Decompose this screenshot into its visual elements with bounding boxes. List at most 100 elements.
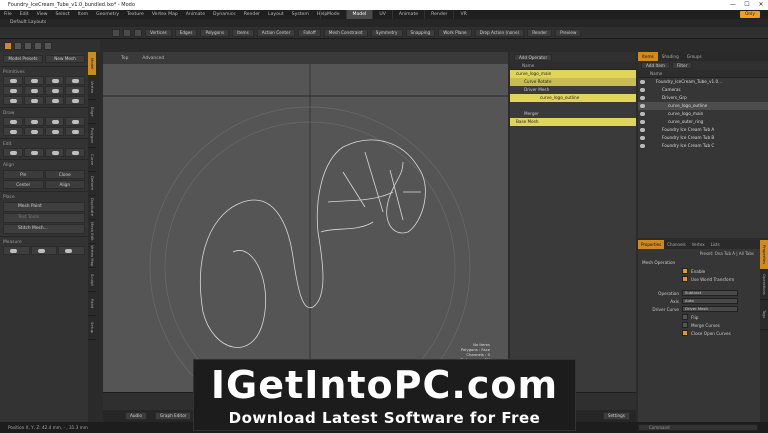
vtab-duplicate[interactable]: Duplicate — [88, 196, 96, 220]
3d-viewport[interactable]: Top Advanced No Items Polygons : Face Ch… — [103, 52, 508, 392]
ruler-icon[interactable] — [3, 246, 30, 255]
tab-vr[interactable]: VR — [453, 10, 472, 19]
visibility-eye-icon[interactable] — [640, 136, 645, 140]
vtab-model[interactable]: Model — [88, 52, 96, 76]
new-mesh-button[interactable]: New Mesh — [45, 55, 85, 63]
vtab-deform[interactable]: Deform — [88, 172, 96, 196]
flip-checkbox[interactable] — [682, 314, 688, 320]
tab-vertex[interactable]: Vertex — [689, 240, 708, 249]
filter-button[interactable]: Filter — [671, 62, 693, 69]
test-tools-button[interactable]: Test Tools — [3, 213, 85, 223]
edges-button[interactable]: Edges — [174, 28, 198, 37]
visibility-eye-icon[interactable] — [640, 144, 645, 148]
list-item[interactable]: curve_outer_ring — [638, 118, 768, 126]
list-item[interactable]: Foundry Ice Cream Tub A — [638, 126, 768, 134]
dimension-icon[interactable] — [58, 246, 85, 255]
list-item[interactable]: Cameras — [638, 86, 768, 94]
visibility-eye-icon[interactable] — [640, 96, 645, 100]
tab-render[interactable]: Render — [424, 10, 453, 19]
vtab-polygon[interactable]: Polygon — [88, 124, 96, 148]
list-item[interactable]: Foundry Ice Cream Tub B — [638, 134, 768, 142]
square-select-icon[interactable] — [4, 42, 12, 50]
pin-button[interactable]: Pin — [3, 170, 44, 179]
menu-animate[interactable]: Animate — [182, 12, 209, 17]
axis-select[interactable]: Auto — [682, 298, 738, 304]
polygons-button[interactable]: Polygons — [200, 28, 230, 37]
flip-checkbox-row[interactable]: Flip — [638, 313, 760, 321]
merge-curves-checkbox-row[interactable]: Merge Curves — [638, 321, 760, 329]
vtab-mesh-edit[interactable]: Mesh Edit — [88, 220, 96, 244]
mesh-paint-button[interactable]: Mesh Paint — [3, 202, 85, 212]
only-button[interactable]: Only — [739, 11, 760, 18]
center-button[interactable]: Center — [3, 180, 44, 189]
tab-channels[interactable]: Channels — [664, 240, 689, 249]
visibility-eye-icon[interactable] — [640, 120, 645, 124]
list-item[interactable]: curve_logo_outline — [638, 102, 768, 110]
vtab-paint[interactable]: Paint — [88, 292, 96, 316]
tab-shading[interactable]: Shading — [658, 52, 683, 61]
preset-line[interactable]: Preset: Ona Tub A | All Tabs — [638, 249, 760, 258]
list-item[interactable]: Merger — [510, 110, 636, 118]
preview-button[interactable]: Preview — [555, 28, 582, 37]
vtab-sculpt[interactable]: Sculpt — [88, 268, 96, 292]
vtab-mesh-operations[interactable]: Mesh Operations — [760, 270, 768, 300]
curve-icon[interactable] — [65, 96, 85, 105]
layout-selector[interactable]: Default Layouts — [0, 19, 768, 27]
merge-icon[interactable] — [23, 148, 44, 157]
bezier-icon[interactable] — [23, 117, 44, 126]
stitch-mesh-button[interactable]: Stitch Mesh... — [3, 224, 85, 234]
minimize-icon[interactable]: — — [726, 0, 740, 10]
close-icon[interactable]: ✕ — [754, 0, 768, 10]
vtab-properties[interactable]: Properties — [760, 240, 768, 270]
vtab-setup[interactable]: Setup — [88, 316, 96, 340]
menu-system[interactable]: System — [288, 12, 313, 17]
vtab-vertex-map[interactable]: Vertex Map — [88, 244, 96, 268]
menu-view[interactable]: View — [33, 12, 52, 17]
visibility-eye-icon[interactable] — [640, 128, 645, 132]
loop-slice-icon[interactable] — [44, 127, 65, 136]
items-button[interactable]: Items — [232, 28, 254, 37]
cone-icon[interactable] — [65, 76, 85, 85]
graph-editor-button[interactable]: Graph Editor — [154, 412, 192, 420]
clone-button[interactable]: Clone — [44, 170, 85, 179]
tab-properties[interactable]: Properties — [638, 240, 665, 249]
undo-icon[interactable] — [34, 42, 42, 50]
paint-select-icon[interactable] — [24, 42, 32, 50]
tab-model[interactable]: Model — [345, 10, 373, 19]
model-presets-button[interactable]: Model Presets — [3, 55, 43, 63]
torus-icon[interactable] — [23, 86, 44, 95]
vertices-button[interactable]: Vertices — [145, 28, 172, 37]
vtab-edge[interactable]: Edge — [88, 100, 96, 124]
visibility-eye-icon[interactable] — [640, 80, 645, 84]
menu-file[interactable]: File — [0, 12, 16, 17]
weld-icon[interactable] — [44, 148, 65, 157]
merge-curves-checkbox[interactable] — [682, 322, 688, 328]
list-item[interactable]: curve_logo_main — [638, 110, 768, 118]
menu-item[interactable]: Item — [74, 12, 92, 17]
redo-icon[interactable] — [44, 42, 52, 50]
split-icon[interactable] — [65, 148, 85, 157]
visibility-eye-icon[interactable] — [640, 104, 645, 108]
pen-icon[interactable] — [44, 96, 65, 105]
polygon-draw-icon[interactable] — [44, 117, 65, 126]
align-button[interactable]: Align — [44, 180, 85, 189]
menu-render[interactable]: Render — [240, 12, 264, 17]
visibility-eye-icon[interactable] — [640, 88, 645, 92]
menu-layout[interactable]: Layout — [264, 12, 288, 17]
vtab-tags[interactable]: Tags — [760, 300, 768, 330]
list-item[interactable]: Curve Rotate — [510, 78, 636, 86]
list-item[interactable] — [510, 102, 636, 110]
list-item[interactable]: Drivers_Grp — [638, 94, 768, 102]
close-open-curves-checkbox[interactable] — [682, 330, 688, 336]
move-tool-icon[interactable] — [123, 28, 131, 37]
mesh-constraint-button[interactable]: Mesh Constraint — [323, 28, 368, 37]
work-plane-button[interactable]: Work Plane — [438, 28, 472, 37]
list-item[interactable]: curve_logo_outline — [510, 94, 636, 102]
list-item[interactable]: Foundry Ice Cream Tub C — [638, 142, 768, 150]
tab-lists[interactable]: Lists — [708, 240, 723, 249]
list-item[interactable]: curve_logo_main — [510, 70, 636, 78]
tab-animate[interactable]: Animate — [391, 10, 424, 19]
menu-edit[interactable]: Edit — [16, 12, 33, 17]
disc-icon[interactable] — [65, 86, 85, 95]
lasso-icon[interactable] — [14, 42, 22, 50]
